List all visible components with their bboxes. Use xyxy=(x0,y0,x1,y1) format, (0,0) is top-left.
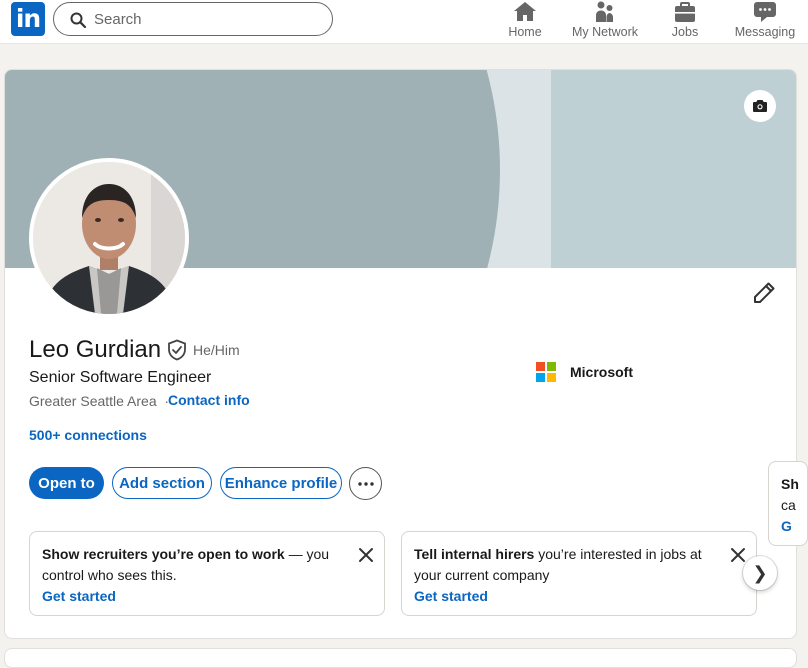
microsoft-logo-icon xyxy=(536,362,556,382)
carousel-next-button[interactable]: ❯ xyxy=(743,556,777,590)
enhance-profile-button[interactable]: Enhance profile xyxy=(220,467,342,499)
briefcase-icon xyxy=(675,2,695,22)
add-section-button[interactable]: Add section xyxy=(112,467,212,499)
suggestion-card-internal-hirers: Tell internal hirers you’re interested i… xyxy=(401,531,757,616)
profile-headline: Senior Software Engineer xyxy=(29,369,212,386)
suggestion-card-partial: Sh ca G xyxy=(768,461,808,546)
home-icon xyxy=(514,2,536,21)
pronouns: He/Him xyxy=(193,342,240,358)
messaging-icon xyxy=(754,2,776,22)
profile-card: Leo Gurdian He/Him Senior Software Engin… xyxy=(4,69,797,639)
edit-cover-button[interactable] xyxy=(744,90,776,122)
avatar[interactable] xyxy=(29,158,189,318)
get-started-link[interactable]: Get started xyxy=(414,588,488,604)
profile-location: Greater Seattle Area · xyxy=(29,393,169,409)
suggestion-card-open-to-work: Show recruiters you’re open to work — yo… xyxy=(29,531,385,616)
profile-name: Leo Gurdian xyxy=(29,336,162,363)
open-to-button[interactable]: Open to xyxy=(29,467,104,499)
close-icon[interactable] xyxy=(730,547,746,563)
nav-jobs-label: Jobs xyxy=(671,25,699,39)
suggestion-text: Tell internal hirers you’re interested i… xyxy=(414,546,702,583)
company-name: Microsoft xyxy=(570,364,633,380)
current-company[interactable]: Microsoft xyxy=(536,362,633,382)
camera-icon xyxy=(753,100,767,112)
network-icon xyxy=(596,1,613,22)
search-box[interactable] xyxy=(53,2,333,36)
next-section-card xyxy=(4,648,797,668)
connections-link[interactable]: 500+ connections xyxy=(29,427,147,443)
global-nav: in Home My Network Jobs Messaging xyxy=(0,0,808,44)
linkedin-logo[interactable]: in xyxy=(11,2,45,36)
get-started-link[interactable]: Get started xyxy=(42,588,116,604)
nav-home-label: Home xyxy=(508,25,542,39)
search-icon xyxy=(70,12,86,28)
nav-home[interactable]: Home xyxy=(485,0,565,39)
suggestion-text: Sh ca G xyxy=(781,476,799,534)
edit-intro-pencil-icon[interactable] xyxy=(752,281,776,305)
suggestion-text: Show recruiters you’re open to work — yo… xyxy=(42,546,330,583)
chevron-right-icon: ❯ xyxy=(752,562,768,583)
contact-info-link[interactable]: Contact info xyxy=(168,392,250,408)
location-text: Greater Seattle Area xyxy=(29,393,157,409)
nav-messaging[interactable]: Messaging xyxy=(725,0,805,39)
profile-photo xyxy=(33,162,185,314)
nav-jobs[interactable]: Jobs xyxy=(645,0,725,39)
close-icon[interactable] xyxy=(358,547,374,563)
nav-my-network[interactable]: My Network xyxy=(565,0,645,39)
more-actions-button[interactable] xyxy=(349,467,382,500)
verified-shield-icon[interactable] xyxy=(166,339,188,361)
nav-messaging-label: Messaging xyxy=(734,25,796,39)
more-icon xyxy=(357,481,374,486)
nav-my-network-label: My Network xyxy=(572,25,638,39)
search-input[interactable] xyxy=(94,3,324,35)
